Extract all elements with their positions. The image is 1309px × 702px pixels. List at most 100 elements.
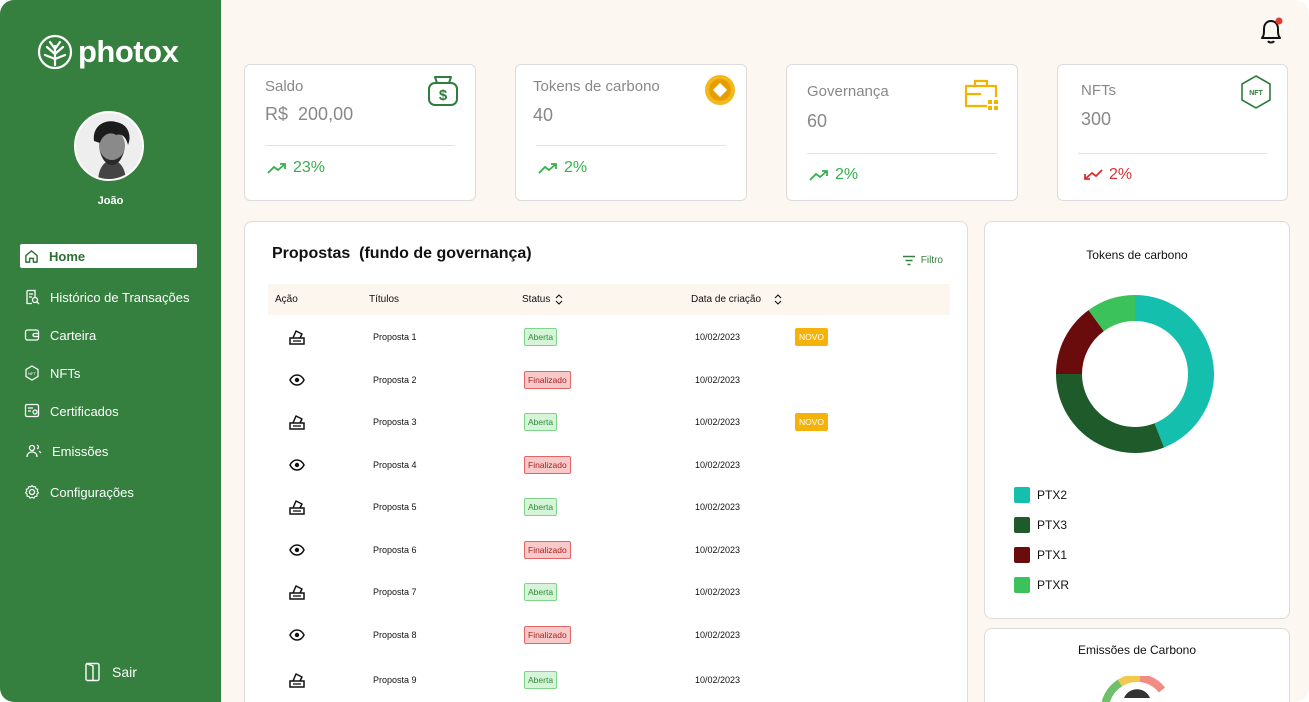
emissions-icon — [26, 444, 42, 458]
proposal-title[interactable]: Proposta 2 — [373, 375, 417, 385]
donut-slice-ptx2[interactable] — [1135, 295, 1214, 448]
table-header: Ação Títulos Status Data de criação — [268, 284, 950, 315]
vote-ballot-icon[interactable] — [288, 498, 306, 518]
table-row[interactable]: Proposta 7 Aberta 10/02/2023 — [268, 578, 950, 608]
legend-label: PTX3 — [1037, 518, 1068, 532]
sidebar-item-label: Configurações — [50, 484, 134, 500]
filter-button[interactable]: Filtro — [902, 255, 943, 266]
legend-item[interactable]: PTXR — [1014, 577, 1069, 593]
divider — [807, 153, 997, 154]
trend-up-icon — [267, 163, 286, 174]
view-eye-icon[interactable] — [288, 371, 306, 391]
briefcase-icon — [964, 79, 998, 110]
chart-title: Tokens de carbono — [1086, 248, 1188, 262]
tokens-chart-panel: Tokens de carbono PTX2 PTX3 PTX1 PTXR — [984, 221, 1290, 619]
svg-text:NFT: NFT — [28, 371, 36, 376]
proposal-title[interactable]: Proposta 6 — [373, 545, 417, 555]
proposal-title[interactable]: Proposta 3 — [373, 417, 417, 427]
brand-name: photox — [78, 34, 179, 69]
svg-text:$: $ — [439, 87, 448, 104]
proposal-title[interactable]: Proposta 1 — [373, 332, 417, 342]
sidebar-item-certificados[interactable]: Certificados — [20, 399, 197, 423]
column-header-date[interactable]: Data de criação — [691, 294, 782, 305]
legend-label: PTX1 — [1037, 548, 1068, 562]
table-row[interactable]: Proposta 8 Finalizado 10/02/2023 — [268, 621, 950, 651]
notification-button[interactable] — [1258, 17, 1284, 45]
stat-card-governanca[interactable]: Governança 60 2% — [786, 64, 1018, 201]
stat-trend: 2% — [809, 166, 858, 184]
table-row[interactable]: Proposta 4 Finalizado 10/02/2023 — [268, 451, 950, 481]
view-eye-icon[interactable] — [288, 626, 306, 646]
proposal-title[interactable]: Proposta 9 — [373, 675, 417, 685]
sort-icon — [774, 294, 782, 305]
gauge-segment — [1102, 679, 1123, 702]
sidebar-item-home[interactable]: Home — [20, 244, 197, 268]
gauge-segment — [1139, 676, 1166, 693]
home-icon — [25, 249, 38, 263]
certificate-icon — [24, 403, 40, 418]
proposal-title[interactable]: Proposta 7 — [373, 587, 417, 597]
stat-trend: 2% — [1083, 166, 1132, 184]
stat-card-saldo[interactable]: Saldo R$ 200,00 23% $ — [244, 64, 476, 201]
logout-button[interactable]: Sair — [84, 662, 137, 682]
creation-date: 10/02/2023 — [695, 417, 741, 427]
stat-card-nfts[interactable]: NFTs 300 2% NFT — [1057, 64, 1288, 201]
table-row[interactable]: Proposta 3 Aberta 10/02/2023 NOVO — [268, 408, 950, 438]
filter-label: Filtro — [920, 255, 943, 266]
vote-ballot-icon[interactable] — [288, 413, 306, 433]
view-eye-icon[interactable] — [288, 541, 306, 561]
legend-swatch — [1014, 487, 1030, 503]
filter-icon — [902, 255, 915, 266]
status-badge: Finalizado — [524, 456, 571, 474]
sidebar: photox João Home Histórico de Transações — [0, 0, 221, 702]
vote-ballot-icon[interactable] — [288, 328, 306, 348]
column-header-status[interactable]: Status — [522, 294, 563, 305]
legend-item[interactable]: PTX2 — [1014, 487, 1067, 503]
proposal-title[interactable]: Proposta 8 — [373, 630, 417, 640]
sidebar-item-label: Histórico de Transações — [50, 289, 190, 305]
stat-card-tokens[interactable]: Tokens de carbono 40 2% — [515, 64, 747, 201]
status-badge: Aberta — [524, 671, 558, 689]
vote-ballot-icon[interactable] — [288, 671, 306, 691]
status-badge: Aberta — [524, 413, 558, 431]
table-row[interactable]: Proposta 2 Finalizado 10/02/2023 — [268, 366, 950, 396]
emissions-chart-panel: Emissões de Carbono — [984, 628, 1290, 702]
gauge-center — [1124, 689, 1150, 698]
avatar[interactable] — [74, 111, 144, 181]
stat-value: 60 — [807, 111, 828, 131]
user-name: João — [97, 195, 124, 207]
app-frame: photox João Home Histórico de Transações — [0, 0, 1309, 702]
proposal-title[interactable]: Proposta 5 — [373, 502, 417, 512]
donut-slice-ptx3[interactable] — [1056, 374, 1165, 453]
vote-ballot-icon[interactable] — [288, 583, 306, 603]
logout-door-icon — [85, 662, 100, 682]
tree-logo-icon — [37, 34, 73, 70]
user-photo-icon — [76, 113, 142, 179]
status-badge: Aberta — [524, 583, 558, 601]
wallet-icon — [24, 329, 40, 341]
table-row[interactable]: Proposta 1 Aberta 10/02/2023 NOVO — [268, 323, 950, 353]
sidebar-item-nfts[interactable]: NFT NFTs — [20, 361, 197, 385]
sidebar-item-historico[interactable]: Histórico de Transações — [20, 285, 197, 309]
creation-date: 10/02/2023 — [695, 375, 741, 385]
divider — [536, 145, 726, 146]
sidebar-item-configuracoes[interactable]: Configurações — [20, 480, 197, 504]
legend-item[interactable]: PTX3 — [1014, 517, 1067, 533]
sidebar-item-carteira[interactable]: Carteira — [20, 323, 197, 347]
table-row[interactable]: Proposta 5 Aberta 10/02/2023 — [268, 493, 950, 523]
table-row[interactable]: Proposta 6 Finalizado 10/02/2023 — [268, 536, 950, 566]
creation-date: 10/02/2023 — [695, 332, 741, 342]
legend-item[interactable]: PTX1 — [1014, 547, 1067, 563]
sidebar-item-emissoes[interactable]: Emissões — [20, 439, 197, 463]
trend-value: 2% — [564, 159, 588, 176]
proposal-title[interactable]: Proposta 4 — [373, 460, 417, 470]
creation-date: 10/02/2023 — [695, 587, 741, 597]
sort-icon — [555, 294, 563, 305]
status-badge: Finalizado — [524, 371, 571, 389]
stat-value: 300 — [1081, 109, 1112, 129]
column-label: Status — [522, 294, 551, 305]
logo[interactable]: photox — [36, 34, 179, 70]
view-eye-icon[interactable] — [288, 456, 306, 476]
table-row[interactable]: Proposta 9 Aberta 10/02/2023 — [268, 666, 950, 696]
legend-label: PTXR — [1037, 578, 1070, 592]
